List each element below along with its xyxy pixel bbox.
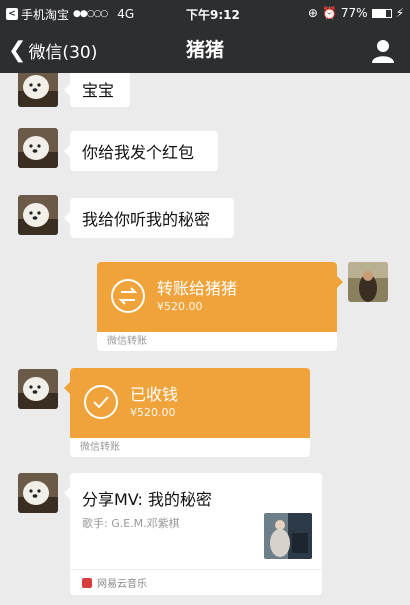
my-avatar[interactable] bbox=[348, 262, 388, 302]
message-bubble[interactable]: 宝宝 bbox=[64, 73, 130, 107]
network-type: 4G bbox=[117, 7, 135, 21]
contact-avatar[interactable] bbox=[18, 195, 58, 235]
transfer-footer: 微信转账 bbox=[97, 332, 337, 351]
transfer-footer: 微信转账 bbox=[70, 438, 310, 457]
back-to-app[interactable]: < 手机淘宝 bbox=[6, 6, 69, 23]
message-text: 我给你听我的秘密 bbox=[82, 210, 211, 229]
netease-music-icon bbox=[82, 577, 92, 588]
transfer-title: 已收钱 bbox=[130, 385, 179, 404]
status-right: ⊕ ⏰ 77% ⚡ bbox=[308, 6, 404, 20]
shared-music-card[interactable]: 分享MV: 我的秘密 歌手: G.E.M.邓紫棋 网易云音乐 bbox=[64, 473, 322, 595]
signal-strength: ●●○○○ bbox=[73, 9, 108, 19]
contact-avatar[interactable] bbox=[18, 369, 58, 409]
exchange-arrows-icon bbox=[111, 279, 145, 313]
transfer-amount: ¥520.00 bbox=[130, 406, 176, 419]
battery-icon bbox=[371, 8, 392, 18]
person-icon[interactable] bbox=[370, 38, 396, 64]
share-title: 分享MV: 我的秘密 bbox=[82, 490, 212, 509]
contact-avatar[interactable] bbox=[18, 128, 58, 168]
status-time: 下午9:12 bbox=[186, 8, 240, 22]
card-divider bbox=[70, 569, 322, 570]
back-app-label: 手机淘宝 bbox=[21, 7, 70, 22]
chat-area: 宝宝 你给我发个红包 我给你听我的秘密 转账给猪猪 ¥520.00 微信转账 已… bbox=[0, 73, 410, 605]
mv-thumbnail bbox=[264, 513, 312, 559]
share-subtitle: 歌手: G.E.M.邓紫棋 bbox=[82, 517, 180, 530]
battery-fill bbox=[372, 9, 387, 17]
alarm-icon: ⏰ bbox=[321, 6, 337, 20]
checkmark-circle-icon bbox=[84, 385, 118, 419]
message-bubble[interactable]: 我给你听我的秘密 bbox=[64, 198, 234, 238]
share-source: 网易云音乐 bbox=[82, 575, 147, 590]
chat-header: ❮ 微信(30) 猪猪 bbox=[0, 28, 410, 73]
message-bubble[interactable]: 你给我发个红包 bbox=[64, 131, 218, 171]
transfer-card-sent[interactable]: 转账给猪猪 ¥520.00 微信转账 bbox=[97, 262, 343, 351]
battery-percent: 77% bbox=[340, 6, 368, 20]
charging-icon: ⚡ bbox=[395, 6, 404, 20]
status-bar: < 手机淘宝 ●●○○○ 4G 下午9:12 ⊕ ⏰ 77% ⚡ bbox=[0, 0, 410, 28]
back-app-icon: < bbox=[6, 8, 18, 20]
message-text: 你给我发个红包 bbox=[82, 143, 195, 162]
transfer-card-received[interactable]: 已收钱 ¥520.00 微信转账 bbox=[64, 368, 310, 457]
transfer-title: 转账给猪猪 bbox=[157, 279, 238, 298]
transfer-amount: ¥520.00 bbox=[157, 300, 203, 313]
source-label: 网易云音乐 bbox=[97, 579, 147, 590]
contact-avatar[interactable] bbox=[18, 73, 58, 107]
screen-lock-icon: ⊕ bbox=[307, 6, 318, 20]
message-text: 宝宝 bbox=[82, 80, 115, 100]
contact-avatar[interactable] bbox=[18, 473, 58, 513]
chat-title: 猪猪 bbox=[185, 39, 224, 61]
